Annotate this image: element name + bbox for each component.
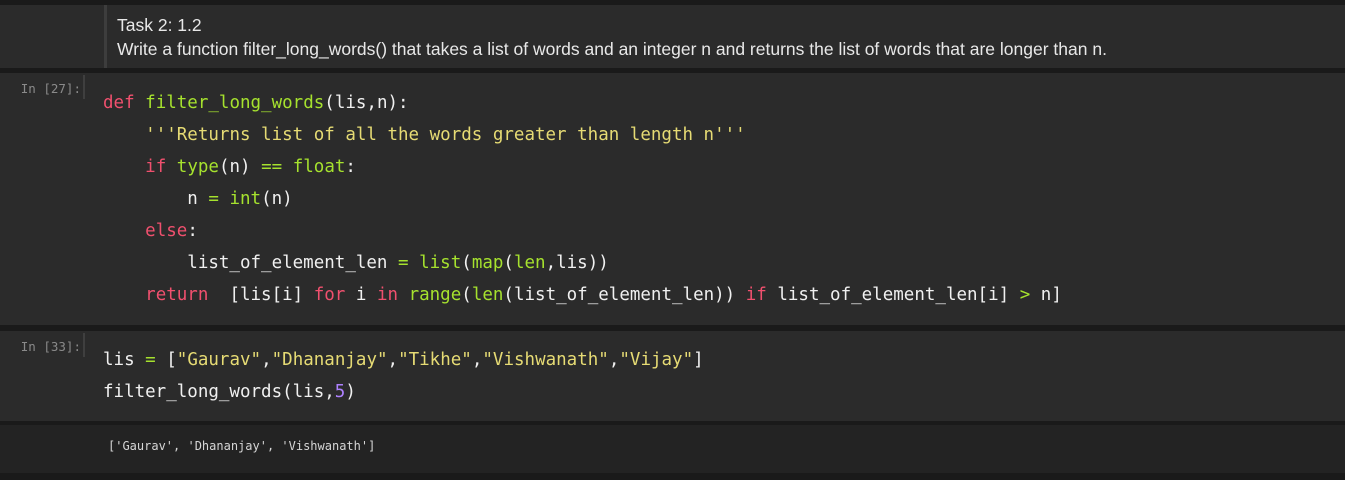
- input-prompt: In [33]:: [20, 339, 81, 354]
- code-line: n = int(n): [103, 183, 1062, 215]
- code-token: map: [471, 253, 504, 273]
- code-token: range: [408, 285, 462, 305]
- code-cell-33[interactable]: In [33]: lis = ["Gaurav","Dhananjay","Ti…: [0, 331, 1345, 421]
- code-token: type: [176, 157, 219, 177]
- code-token: ==: [261, 157, 283, 177]
- code-token: filter_long_words: [145, 93, 325, 113]
- code-token: list_of_element_len: [103, 253, 399, 273]
- code-line: else:: [103, 215, 1062, 247]
- code-token: >: [1019, 285, 1031, 305]
- code-token: int: [229, 189, 262, 209]
- code-token: "Vishwanath": [482, 350, 609, 370]
- code-token: ]: [693, 350, 704, 370]
- code-token: in: [376, 285, 399, 305]
- code-token: (list_of_element_len)): [503, 285, 746, 305]
- code-token: '''Returns list of all the words greater…: [145, 125, 746, 145]
- code-token: =: [398, 253, 409, 273]
- code-token: else: [145, 221, 188, 241]
- code-token: =: [208, 189, 219, 209]
- code-token: lis: [103, 350, 146, 370]
- task-title: Task 2: 1.2: [117, 15, 202, 35]
- code-token: ,lis)): [545, 253, 609, 273]
- prompt-divider: [83, 75, 85, 99]
- task-description: Write a function filter_long_words() tha…: [117, 39, 1107, 59]
- code-token: (: [503, 253, 514, 273]
- code-token: n: [103, 189, 209, 209]
- code-editor[interactable]: def filter_long_words(lis,n): '''Returns…: [103, 87, 1062, 311]
- code-token: return: [145, 285, 209, 305]
- code-token: i: [345, 285, 377, 305]
- code-token: for: [313, 285, 346, 305]
- code-token: =: [145, 350, 156, 370]
- code-token: (n): [218, 157, 262, 177]
- code-token: "Tikhe": [398, 350, 472, 370]
- code-token: "Gaurav": [176, 350, 262, 370]
- code-line: list_of_element_len = list(map(len,lis)): [103, 247, 1062, 279]
- code-token: len: [513, 253, 546, 273]
- code-token: if: [145, 157, 167, 177]
- code-token: [lis[i]: [208, 285, 314, 305]
- code-token: (: [461, 253, 472, 273]
- code-token: :: [187, 221, 198, 241]
- code-token: ,: [608, 350, 620, 370]
- code-editor[interactable]: lis = ["Gaurav","Dhananjay","Tikhe","Vis…: [103, 344, 704, 408]
- code-token: filter_long_words(lis,: [103, 382, 335, 402]
- code-token: (n): [261, 189, 293, 209]
- input-prompt: In [27]:: [20, 81, 81, 96]
- code-line: '''Returns list of all the words greater…: [103, 119, 1062, 151]
- code-token: [: [155, 350, 177, 370]
- code-line: def filter_long_words(lis,n):: [103, 87, 1062, 119]
- code-token: 5: [334, 382, 346, 402]
- code-line: filter_long_words(lis,5): [103, 376, 704, 408]
- code-token: (: [461, 285, 472, 305]
- code-line: return [lis[i] for i in range(len(list_o…: [103, 279, 1062, 311]
- code-token: float: [292, 157, 346, 177]
- code-token: len: [471, 285, 504, 305]
- code-token: if: [745, 285, 767, 305]
- code-token: :: [345, 157, 356, 177]
- code-token: ,: [471, 350, 483, 370]
- output-text: ['Gaurav', 'Dhananjay', 'Vishwanath']: [108, 439, 376, 453]
- code-line: if type(n) == float:: [103, 151, 1062, 183]
- code-token: (lis,n):: [324, 93, 409, 113]
- code-token: list_of_element_len[i]: [766, 285, 1020, 305]
- code-token: ): [345, 382, 356, 402]
- code-token: "Dhananjay": [271, 350, 388, 370]
- code-token: def: [103, 93, 135, 113]
- code-token: ,: [261, 350, 272, 370]
- prompt-divider: [83, 333, 85, 357]
- output-area: ['Gaurav', 'Dhananjay', 'Vishwanath']: [0, 425, 1345, 473]
- code-line: lis = ["Gaurav","Dhananjay","Tikhe","Vis…: [103, 344, 704, 376]
- markdown-cell[interactable]: Task 2: 1.2 Write a function filter_long…: [0, 5, 1345, 68]
- code-token: "Vijay": [619, 350, 694, 370]
- code-token: ,: [387, 350, 399, 370]
- code-cell-27[interactable]: In [27]: def filter_long_words(lis,n): '…: [0, 73, 1345, 325]
- code-token: n]: [1030, 285, 1062, 305]
- markdown-content: Task 2: 1.2 Write a function filter_long…: [104, 5, 1345, 68]
- code-token: list: [419, 253, 462, 273]
